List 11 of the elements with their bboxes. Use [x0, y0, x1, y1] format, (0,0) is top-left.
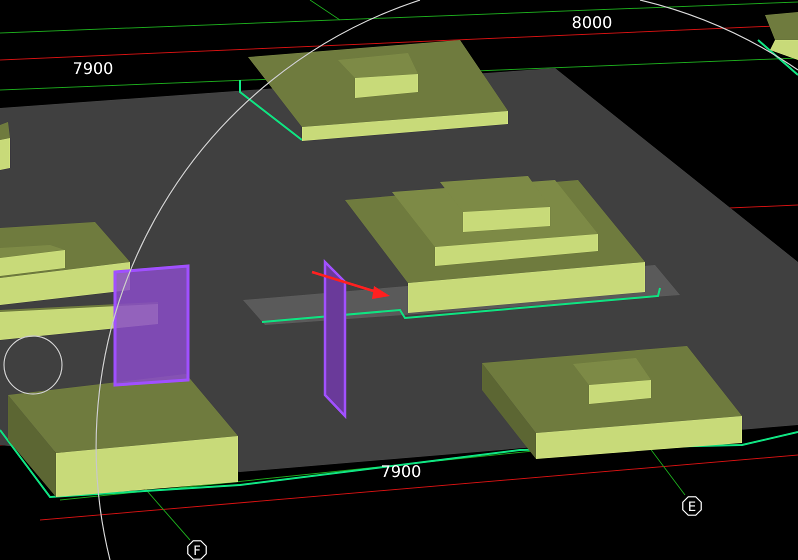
dimension-label: 7900: [72, 59, 114, 78]
pivot-circle-icon: [3, 335, 63, 395]
dimension-label: 7900: [380, 462, 422, 481]
footing-block: [0, 122, 10, 170]
footing-block: [765, 12, 798, 60]
axis-label: E: [688, 500, 696, 515]
direction-arrow-icon: [312, 270, 390, 299]
grid-bubble-icon: [187, 540, 207, 560]
axis-label: F: [193, 544, 201, 559]
grid-bubble-icon: [682, 496, 702, 516]
dimension-label: 8000: [572, 13, 612, 32]
